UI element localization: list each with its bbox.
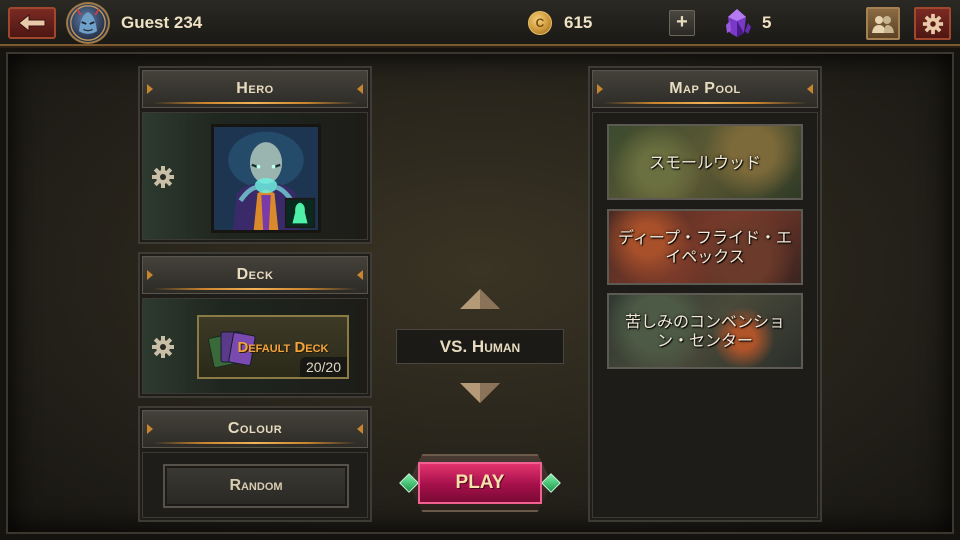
- add-currency-button[interactable]: +: [669, 10, 695, 36]
- game-mode-selector: VS. Human: [396, 329, 564, 364]
- map-card-small-wood[interactable]: スモールウッド: [607, 124, 803, 200]
- mode-up-arrow-icon[interactable]: [458, 287, 502, 311]
- deck-header: Deck: [142, 256, 368, 294]
- deck-name: Default Deck: [237, 338, 329, 356]
- back-arrow-icon: [18, 13, 46, 33]
- deck-select-button[interactable]: Default Deck 20/20: [197, 315, 349, 379]
- player-avatar[interactable]: [66, 2, 110, 44]
- back-button[interactable]: [8, 7, 56, 39]
- gear-icon: [922, 13, 943, 34]
- friends-icon: [872, 15, 894, 33]
- play-button-frame: PLAY: [396, 451, 564, 515]
- player-name: Guest 234: [121, 13, 203, 32]
- plus-icon: +: [676, 11, 688, 33]
- hero-settings-gear-icon[interactable]: [151, 165, 175, 189]
- friends-button[interactable]: [866, 7, 900, 40]
- deck-settings-gear-icon[interactable]: [151, 335, 175, 359]
- map-card-convention-center[interactable]: 苦しみのコンベンション・センター: [607, 293, 803, 369]
- map-name: 苦しみのコンベンション・センター: [624, 312, 785, 350]
- map-name: ディープ・フライド・エイペックス: [618, 228, 792, 266]
- top-bar: Guest 234 C 615 + 5: [0, 0, 960, 46]
- gem-count: 5: [762, 13, 772, 32]
- coin-count: 615: [564, 13, 593, 32]
- map-name: スモールウッド: [648, 152, 761, 172]
- colour-header: Colour: [142, 410, 368, 448]
- coin-icon: C: [528, 11, 552, 35]
- settings-button[interactable]: [914, 7, 951, 40]
- map-card-deep-fried-apex[interactable]: ディープ・フライド・エイペックス: [607, 209, 803, 285]
- hero-header: Hero: [142, 70, 368, 108]
- deck-card-count: 20/20: [299, 357, 347, 377]
- play-button[interactable]: PLAY: [418, 462, 542, 504]
- colour-random-button[interactable]: Random: [163, 464, 349, 508]
- hero-portrait[interactable]: [211, 124, 321, 233]
- mode-down-arrow-icon[interactable]: [458, 381, 502, 405]
- map-pool-header: Map Pool: [592, 70, 818, 108]
- crystal-gem-icon: [726, 9, 751, 37]
